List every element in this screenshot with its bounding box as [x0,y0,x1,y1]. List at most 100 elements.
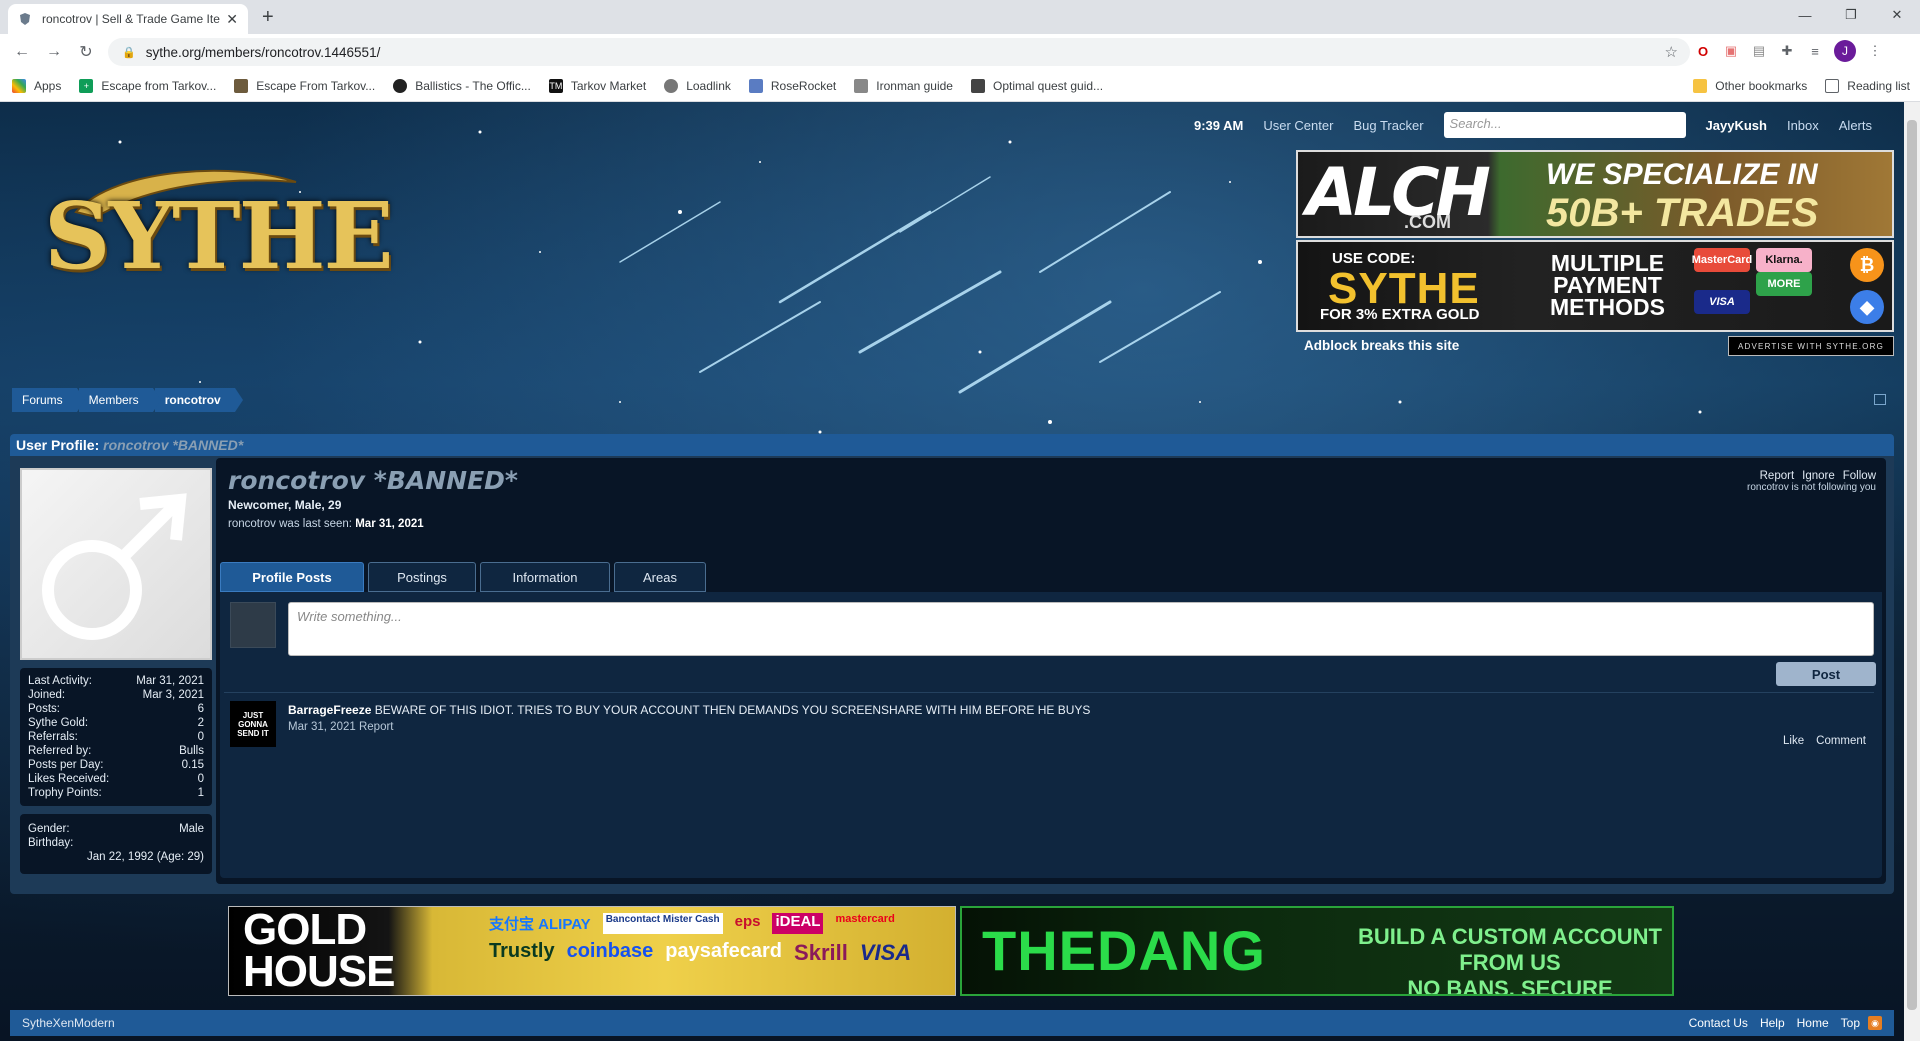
ironman-icon [854,78,869,93]
reading-list-icon [1825,79,1840,93]
goldhouse-ad-banner[interactable]: GOLD HOUSE 支付宝 ALIPAY Bancontact Mister … [228,906,956,996]
restore-icon[interactable]: ❐ [1828,0,1874,30]
bookmark-2[interactable]: Escape From Tarkov... [234,78,375,93]
user-center-link[interactable]: User Center [1263,118,1333,133]
back-arrow-icon[interactable]: ← [10,40,34,64]
post-report-link[interactable]: Report [359,721,394,733]
profile-actions: Report Ignore Follow [1760,470,1876,482]
payment-ad-banner[interactable]: USE CODE: SYTHE FOR 3% EXTRA GOLD MULTIP… [1296,240,1894,332]
popout-icon[interactable] [1874,394,1886,405]
panel-title: User Profile: roncotrov *BANNED* [10,434,1894,456]
stat-row: Joined: Mar 3, 2021 [28,689,204,701]
profile-name: roncotrov *BANNED* [228,466,518,495]
alch-ad-banner[interactable]: ALCH .COM WE SPECIALIZE IN 50B+ TRADES [1296,150,1894,238]
rss-icon[interactable]: ◉ [1868,1016,1882,1030]
post-author-link[interactable]: BarrageFreeze [288,703,371,717]
bug-tracker-link[interactable]: Bug Tracker [1353,118,1423,133]
avatar[interactable] [20,468,212,660]
post-author-avatar[interactable]: JUST GONNA SEND IT [230,701,276,747]
contact-us-link[interactable]: Contact Us [1689,1016,1748,1030]
scroll-thumb[interactable] [1907,120,1917,1010]
close-tab-icon[interactable]: ✕ [226,11,238,28]
bookmark-4[interactable]: TM Tarkov Market [548,78,646,93]
stat-row: Sythe Gold: 2 [28,717,204,729]
sythe-logo[interactable]: SYTHE [36,162,396,322]
browser-tab[interactable]: roncotrov | Sell & Trade Game Items ✕ [8,4,248,34]
search-input[interactable]: Search... [1443,112,1686,138]
tab-profile-posts[interactable]: Profile Posts [220,562,364,592]
username-link[interactable]: JayyKush [1706,118,1767,133]
follow-link[interactable]: Follow [1843,470,1876,482]
globe-icon [664,78,679,93]
quest-icon [970,78,985,93]
alerts-link[interactable]: Alerts [1839,118,1872,133]
minimize-icon[interactable]: — [1782,0,1828,30]
home-link[interactable]: Home [1797,1016,1829,1030]
logo-text: SYTHE [44,182,394,290]
bookmark-7[interactable]: Ironman guide [854,78,953,93]
ethereum-icon: ◆ [1850,290,1884,324]
sythe-favicon-icon [20,13,30,25]
sheets-icon: + [79,78,94,93]
page-scrollbar[interactable] [1904,102,1920,1041]
forward-arrow-icon[interactable]: → [42,40,66,64]
advertise-link[interactable]: ADVERTISE WITH SYTHE.ORG [1728,336,1894,356]
payment-methods-text: MULTIPLE PAYMENT METHODS [1550,250,1665,320]
bookmark-5[interactable]: Loadlink [664,78,731,93]
style-chooser-link[interactable]: SytheXenModern [22,1016,1677,1030]
write-something-input[interactable]: Write something... [288,602,1874,656]
bookmark-apps[interactable]: Apps [12,78,61,93]
breadcrumb-members[interactable]: Members [78,388,161,412]
trustly-logo: Trustly [489,940,555,962]
reload-icon[interactable]: ↻ [74,40,98,64]
goldhouse-methods: 支付宝 ALIPAY Bancontact Mister Cash eps iD… [489,913,949,966]
close-window-icon[interactable]: ✕ [1874,0,1920,30]
address-bar[interactable]: 🔒 sythe.org/members/roncotrov.1446551/ ☆ [108,38,1690,66]
bookmark-1[interactable]: + Escape from Tarkov... [79,78,216,93]
current-time: 9:39 AM [1193,117,1244,133]
puzzle-icon[interactable]: ✚ [1778,42,1796,60]
comment-link[interactable]: Comment [1816,735,1866,747]
gray-ext-icon[interactable]: ▤ [1750,42,1768,60]
bookmark-8[interactable]: Optimal quest guid... [970,78,1103,93]
bookmark-3[interactable]: Ballistics - The Offic... [393,78,531,93]
thedang-brand: THEDANG [982,919,1266,982]
ignore-link[interactable]: Ignore [1802,470,1835,482]
tab-postings[interactable]: Postings [368,562,476,592]
roserocket-icon [748,78,763,93]
post-actions: Like Comment [1783,735,1866,747]
like-link[interactable]: Like [1783,735,1804,747]
stat-row: Referred by: Bulls [28,745,204,757]
profile-subtitle: Newcomer, Male, 29 [228,498,342,512]
apps-grid-icon [12,78,26,93]
top-link[interactable]: Top [1841,1016,1860,1030]
thedang-ad-banner[interactable]: THEDANG BUILD A CUSTOM ACCOUNT FROM US N… [960,906,1674,996]
visa-logo-bottom: VISA [859,940,912,965]
breadcrumb-forums[interactable]: Forums [12,388,85,412]
profile-avatar[interactable]: J [1834,40,1856,62]
breadcrumb-current[interactable]: roncotrov [154,388,243,412]
tab-areas[interactable]: Areas [614,562,706,592]
eps-logo: eps [734,913,761,930]
opera-ext-icon[interactable]: O [1694,42,1712,60]
menu-dots-icon[interactable]: ⋮ [1866,42,1884,60]
post-button[interactable]: Post [1776,662,1876,686]
stat-row: Posts: 6 [28,703,204,715]
media-icon[interactable]: ≡ [1806,42,1824,60]
tab-information[interactable]: Information [480,562,610,592]
reading-list[interactable]: Reading list [1825,79,1910,93]
new-tab-icon[interactable]: + [262,6,274,29]
other-bookmarks[interactable]: Other bookmarks [1693,79,1807,93]
screen-ext-icon[interactable]: ▣ [1722,42,1740,60]
help-link[interactable]: Help [1760,1016,1785,1030]
inbox-link[interactable]: Inbox [1787,118,1819,133]
bookmark-star-icon[interactable]: ☆ [1665,43,1678,61]
bookmark-6[interactable]: RoseRocket [748,78,836,93]
promo-extra: FOR 3% EXTRA GOLD [1320,306,1480,323]
post-date[interactable]: Mar 31, 2021 [288,721,356,733]
post-text: BarrageFreeze BEWARE OF THIS IDIOT. TRIE… [288,703,1091,717]
tarkov-icon [234,78,249,93]
lock-icon[interactable]: 🔒 [122,46,136,59]
report-link[interactable]: Report [1760,470,1795,482]
last-seen: roncotrov was last seen: Mar 31, 2021 [228,518,424,530]
